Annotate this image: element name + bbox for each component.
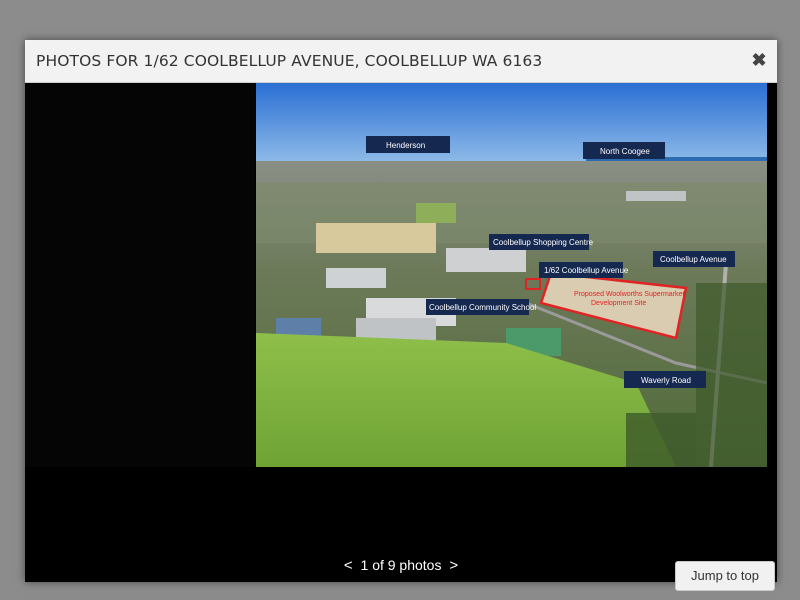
svg-text:Coolbellup Shopping Centre: Coolbellup Shopping Centre xyxy=(493,238,594,247)
svg-text:Coolbellup Community School: Coolbellup Community School xyxy=(429,303,536,312)
supermarket-label: Proposed Woolworths Supermarket xyxy=(574,291,684,298)
label-henderson: Henderson xyxy=(366,136,450,153)
label-property: 1/62 Coolbellup Avenue xyxy=(539,262,629,278)
label-waverly-road: Waverly Road xyxy=(624,371,706,388)
label-north-coogee: North Coogee xyxy=(583,142,665,159)
jump-to-top-button[interactable]: Jump to top xyxy=(675,561,775,591)
svg-text:North Coogee: North Coogee xyxy=(600,147,650,156)
photo-pager: < 1 of 9 photos > xyxy=(25,557,777,574)
next-photo-button[interactable]: > xyxy=(445,557,462,574)
label-shopping-centre: Coolbellup Shopping Centre xyxy=(489,234,594,250)
svg-text:Waverly Road: Waverly Road xyxy=(641,376,691,385)
property-photo: Proposed Woolworths Supermarket Developm… xyxy=(256,83,767,467)
label-community-school: Coolbellup Community School xyxy=(426,299,536,315)
modal-title: PHOTOS FOR 1/62 COOLBELLUP AVENUE, COOLB… xyxy=(36,52,543,70)
development-site-label: Development Site xyxy=(591,300,646,307)
svg-text:Coolbellup Avenue: Coolbellup Avenue xyxy=(660,255,727,264)
label-coolbellup-avenue: Coolbellup Avenue xyxy=(653,251,735,267)
svg-text:1/62 Coolbellup Avenue: 1/62 Coolbellup Avenue xyxy=(544,266,629,275)
modal-header: PHOTOS FOR 1/62 COOLBELLUP AVENUE, COOLB… xyxy=(25,40,777,83)
close-icon[interactable]: ✖ xyxy=(749,50,769,70)
svg-text:Henderson: Henderson xyxy=(386,141,425,150)
photo-modal: PHOTOS FOR 1/62 COOLBELLUP AVENUE, COOLB… xyxy=(25,40,777,582)
previous-photo-button[interactable]: < xyxy=(340,557,357,574)
photo-counter: 1 of 9 photos xyxy=(360,557,442,573)
previous-photo-preview xyxy=(25,83,255,467)
